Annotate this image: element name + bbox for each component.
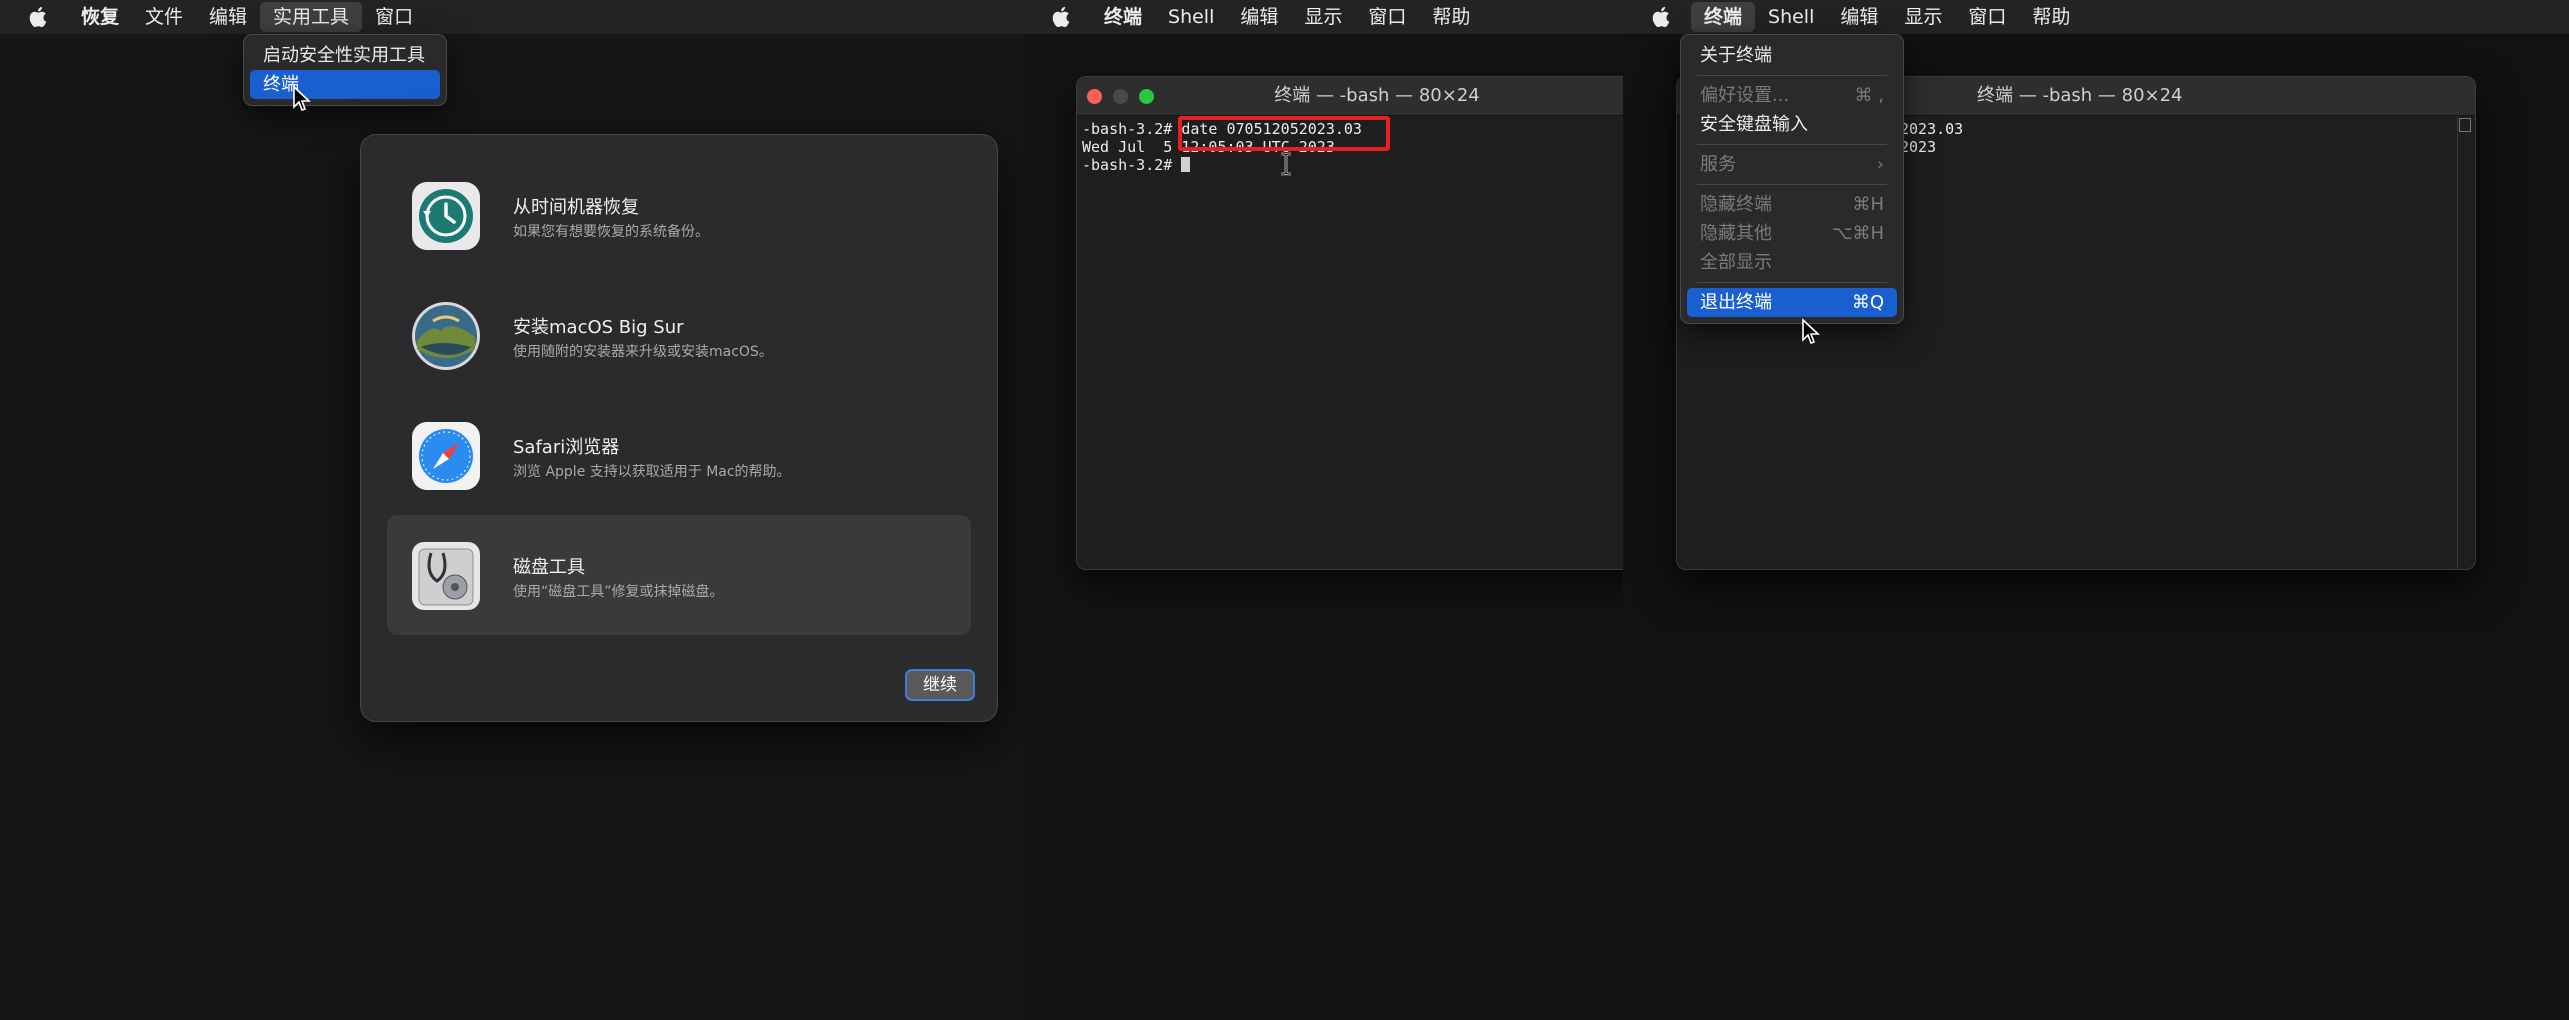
pointer-cursor-icon [293, 85, 312, 112]
option-title: Safari浏览器 [513, 437, 620, 458]
apple-icon[interactable] [28, 5, 50, 29]
macos-installer-icon [412, 302, 480, 370]
menu-window[interactable]: 窗口 [1955, 2, 2019, 32]
menu-item-services[interactable]: 服务 › [1687, 150, 1897, 179]
menu-item-hide-others[interactable]: 隐藏其他 ⌥⌘H [1687, 219, 1897, 248]
menu-shell[interactable]: Shell [1155, 2, 1227, 32]
menu-view[interactable]: 显示 [1891, 2, 1955, 32]
option-title: 安装macOS Big Sur [513, 317, 684, 338]
option-description: 使用随附的安装器来升级或安装macOS。 [513, 344, 773, 360]
menu-edit[interactable]: 编辑 [1227, 2, 1291, 32]
pointer-cursor-icon [1802, 318, 1821, 345]
menu-separator [1697, 75, 1887, 76]
menu-bar: 终端 Shell 编辑 显示 窗口 帮助 [1623, 0, 2569, 34]
option-title: 磁盘工具 [513, 557, 585, 578]
option-disk-utility[interactable]: 磁盘工具 使用“磁盘工具”修复或抹掉磁盘。 [387, 515, 971, 635]
prompt: -bash-3.2# [1082, 156, 1173, 174]
option-title: 从时间机器恢复 [513, 197, 639, 218]
menu-bar: 终端 Shell 编辑 显示 窗口 帮助 [1023, 0, 1623, 34]
menu-item-quit-terminal[interactable]: 退出终端 ⌘Q [1687, 288, 1897, 317]
menu-utilities[interactable]: 实用工具 [260, 2, 363, 32]
recovery-window: 从时间机器恢复 如果您有想要恢复的系统备份。 安装macOS Big Sur 使… [360, 134, 998, 722]
scrollbar-handle[interactable] [2459, 118, 2471, 132]
menu-item-startup-security-utility[interactable]: 启动安全性实用工具 [250, 41, 440, 70]
utilities-dropdown: 启动安全性实用工具 终端 [243, 34, 447, 106]
apple-icon[interactable] [1651, 5, 1673, 29]
menu-item-show-all[interactable]: 全部显示 [1687, 248, 1897, 277]
menu-shell[interactable]: Shell [1755, 2, 1827, 32]
option-description: 使用“磁盘工具”修复或抹掉磁盘。 [513, 584, 724, 600]
menu-separator [1697, 184, 1887, 185]
continue-button[interactable]: 继续 [905, 669, 975, 701]
option-install-macos[interactable]: 安装macOS Big Sur 使用随附的安装器来升级或安装macOS。 [387, 275, 971, 395]
menu-terminal[interactable]: 终端 [1091, 2, 1155, 32]
menu-item-secure-keyboard-entry[interactable]: 安全键盘输入 [1687, 110, 1897, 139]
menu-item-terminal[interactable]: 终端 [250, 70, 440, 99]
terminal-title: 终端 — -bash — 80×24 [1274, 85, 1480, 106]
scrollbar[interactable] [2457, 116, 2472, 569]
safari-icon [412, 422, 480, 490]
apple-icon[interactable] [1051, 5, 1073, 29]
menu-recovery[interactable]: 恢复 [68, 2, 132, 32]
terminal-quit-panel: 终端 Shell 编辑 显示 窗口 帮助 终端 — -bash — 80×24 … [1623, 0, 2569, 1020]
time-machine-icon [412, 182, 480, 250]
menu-view[interactable]: 显示 [1291, 2, 1355, 32]
menu-edit[interactable]: 编辑 [1827, 2, 1891, 32]
menu-terminal[interactable]: 终端 [1691, 2, 1756, 32]
menu-help[interactable]: 帮助 [1419, 2, 1483, 32]
menu-item-about-terminal[interactable]: 关于终端 [1687, 41, 1897, 70]
option-description: 浏览 Apple 支持以获取适用于 Mac的帮助。 [513, 464, 791, 480]
option-description: 如果您有想要恢复的系统备份。 [513, 224, 709, 240]
terminal-window: 终端 — -bash — 80×24 -bash-3.2# date 07051… [1076, 76, 1623, 570]
menu-separator [1697, 282, 1887, 283]
option-safari[interactable]: Safari浏览器 浏览 Apple 支持以获取适用于 Mac的帮助。 [387, 395, 971, 515]
menu-help[interactable]: 帮助 [2019, 2, 2083, 32]
prompt: -bash-3.2# [1082, 120, 1173, 138]
menu-edit[interactable]: 编辑 [196, 2, 260, 32]
menu-bar: 恢复 文件 编辑 实用工具 窗口 [0, 0, 1023, 34]
highlight-box [1178, 116, 1390, 151]
menu-file[interactable]: 文件 [132, 2, 196, 32]
menu-window[interactable]: 窗口 [1355, 2, 1419, 32]
terminal-titlebar: 终端 — -bash — 80×24 [1077, 77, 1623, 116]
ibeam-cursor-icon [1281, 152, 1291, 176]
recovery-panel: 恢复 文件 编辑 实用工具 窗口 启动安全性实用工具 终端 从时间机器恢复 如果… [0, 0, 1023, 1020]
terminal-dropdown: 关于终端 偏好设置... ⌘ , 安全键盘输入 服务 › 隐藏终端 ⌘H 隐藏其他 ⌥⌘… [1680, 34, 1904, 324]
text-cursor [1181, 157, 1191, 172]
disk-utility-icon [412, 542, 480, 610]
terminal-panel: 终端 Shell 编辑 显示 窗口 帮助 终端 — -bash — 80×24 … [1023, 0, 1623, 1020]
terminal-content[interactable]: -bash-3.2# date 070512052023.03 Wed Jul … [1077, 116, 1623, 569]
menu-separator [1697, 144, 1887, 145]
menu-item-preferences[interactable]: 偏好设置... ⌘ , [1687, 81, 1897, 110]
menu-item-hide-terminal[interactable]: 隐藏终端 ⌘H [1687, 190, 1897, 219]
option-time-machine[interactable]: 从时间机器恢复 如果您有想要恢复的系统备份。 [387, 155, 971, 275]
menu-window[interactable]: 窗口 [362, 2, 426, 32]
